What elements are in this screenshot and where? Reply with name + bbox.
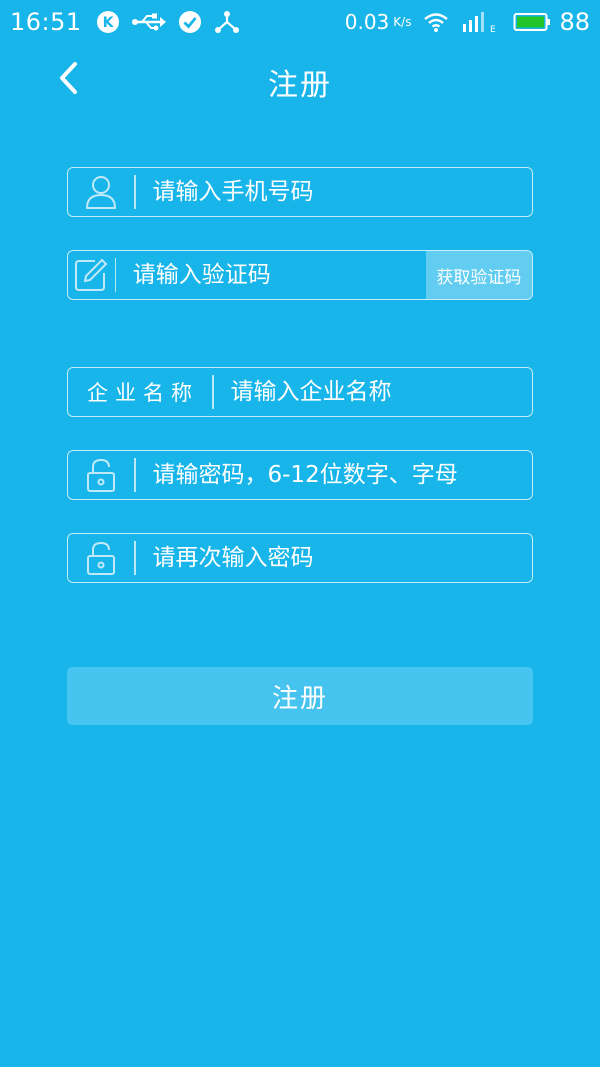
verification-code-input[interactable]	[115, 251, 426, 299]
company-name-input[interactable]	[213, 368, 532, 416]
k-app-icon: K	[96, 10, 120, 34]
status-bar: 16:51 K 0.03 K/s E 88	[0, 0, 600, 44]
svg-text:K: K	[102, 15, 114, 31]
confirm-password-field	[67, 533, 533, 583]
lock-icon	[68, 534, 134, 582]
net-speed-unit: K/s	[393, 15, 412, 29]
password-input[interactable]	[135, 451, 532, 499]
register-button[interactable]: 注册	[67, 667, 533, 725]
svg-text:E: E	[490, 25, 496, 34]
password-field	[67, 450, 533, 500]
net-speed: 0.03	[344, 10, 390, 34]
get-code-button[interactable]: 获取验证码	[425, 251, 532, 299]
header: 注册	[0, 50, 600, 110]
status-left: 16:51 K	[10, 8, 252, 36]
battery-level: 88	[559, 8, 590, 36]
share-icon	[214, 10, 240, 34]
check-circle-icon	[178, 10, 202, 34]
phone-input[interactable]	[135, 168, 532, 216]
lock-icon	[68, 451, 134, 499]
signal-icon: E	[461, 10, 501, 34]
status-right: 0.03 K/s E 88	[345, 8, 590, 36]
wifi-icon	[423, 11, 449, 33]
company-name-label: 企业名称	[87, 381, 199, 405]
battery-icon	[513, 11, 551, 33]
confirm-password-input[interactable]	[135, 534, 532, 582]
company-name-field: 企业名称	[67, 367, 533, 417]
status-time: 16:51	[10, 8, 82, 36]
verification-code-field: 获取验证码	[67, 250, 533, 300]
phone-field	[67, 167, 533, 217]
page-title: 注册	[268, 68, 332, 103]
user-icon	[68, 168, 134, 216]
usb-icon	[131, 12, 166, 32]
edit-icon	[68, 251, 115, 299]
